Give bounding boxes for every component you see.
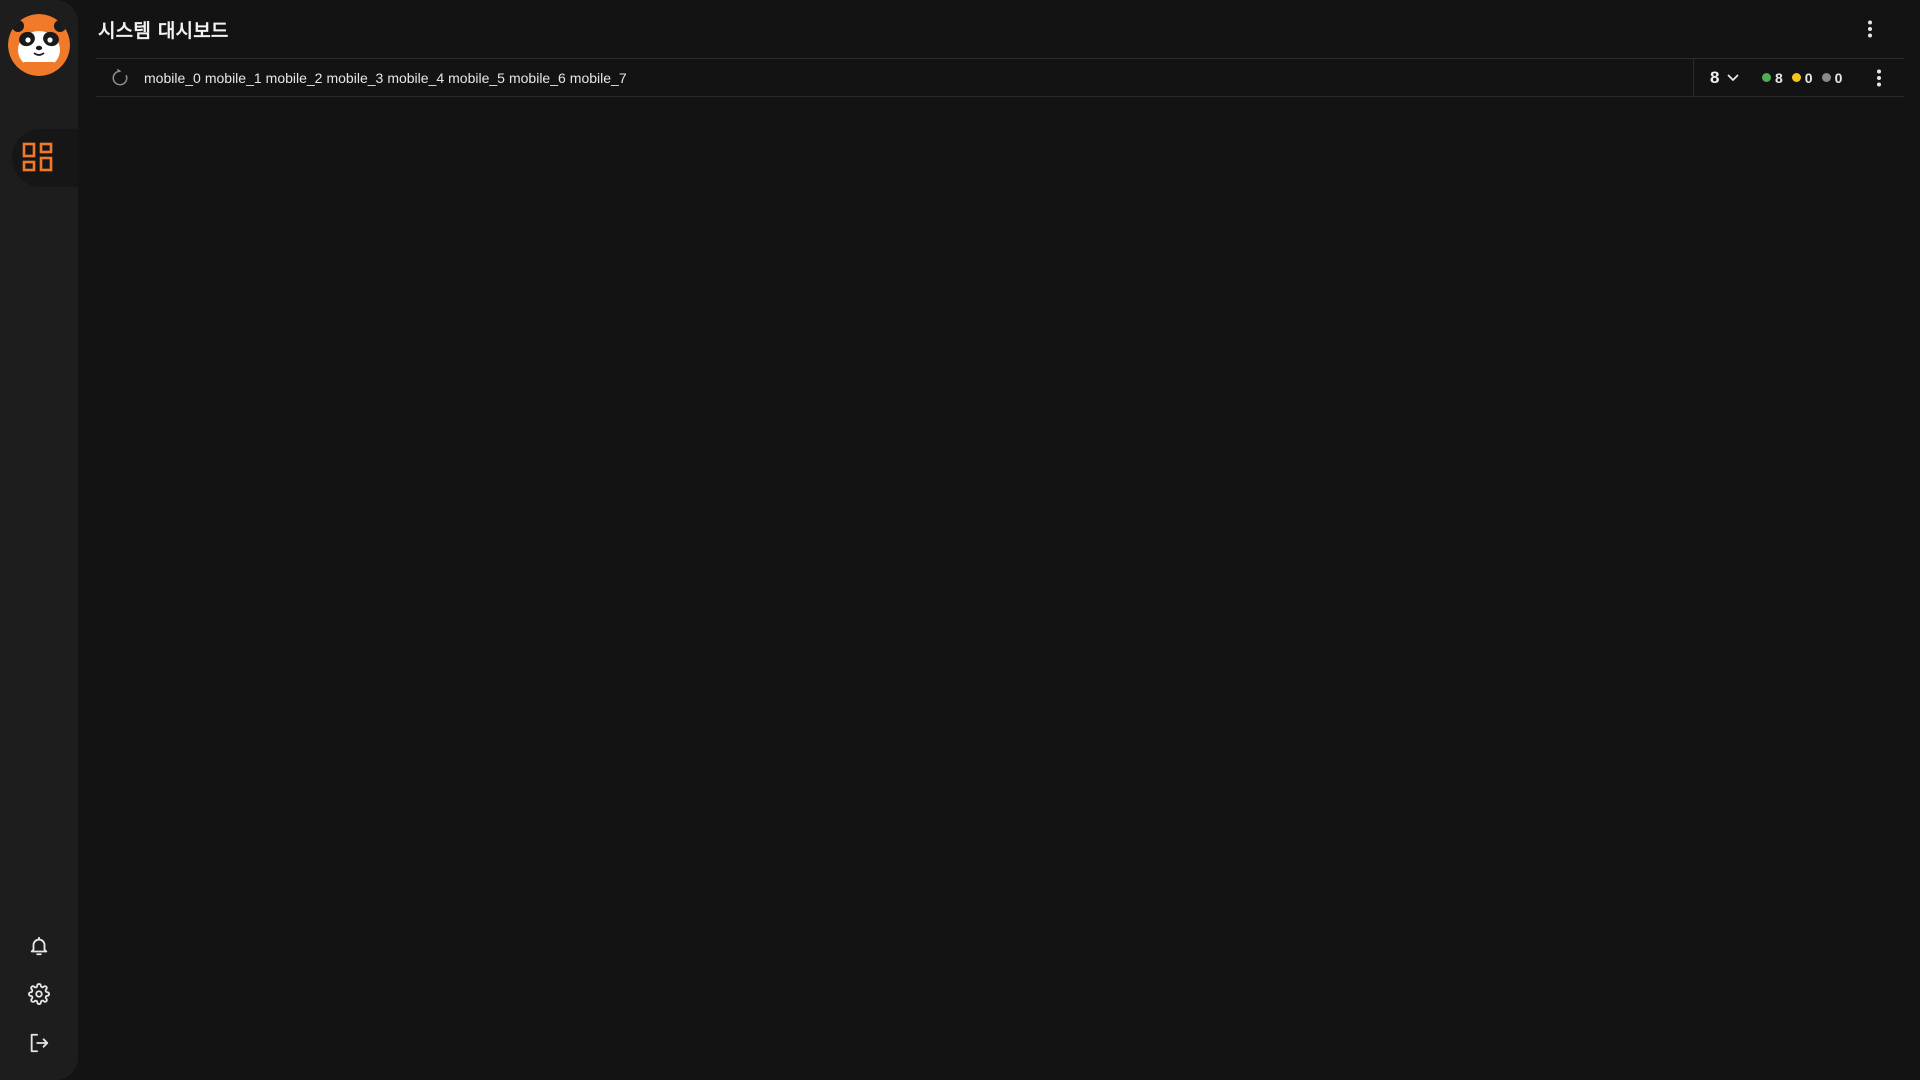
app-root: 시스템 대시보드 mobile_0 mobile_1 mobile_2 mobi… — [0, 0, 1920, 1080]
refresh-icon — [111, 69, 129, 87]
bell-icon — [28, 935, 50, 957]
header-menu-button[interactable] — [1858, 17, 1882, 41]
group-summary: 8 8 0 0 — [1693, 59, 1904, 96]
offline-count: 0 — [1834, 69, 1843, 86]
device-tag[interactable]: mobile_5 — [448, 70, 505, 86]
sidebar — [0, 0, 78, 1080]
device-tag[interactable]: mobile_6 — [509, 70, 566, 86]
notifications-button[interactable] — [20, 927, 58, 965]
logout-icon — [28, 1032, 50, 1054]
offline-dot-icon — [1821, 73, 1831, 82]
device-tag[interactable]: mobile_2 — [266, 70, 323, 86]
more-vertical-icon — [1876, 69, 1882, 87]
device-count-select[interactable]: 8 — [1710, 59, 1739, 96]
status-busy: 0 — [1791, 69, 1813, 86]
status-online: 8 — [1762, 70, 1783, 86]
refresh-button[interactable] — [109, 67, 131, 89]
device-group-row: mobile_0 mobile_1 mobile_2 mobile_3 mobi… — [96, 58, 1904, 97]
online-dot-icon — [1762, 73, 1771, 82]
device-tag[interactable]: mobile_3 — [326, 70, 383, 86]
device-tag[interactable]: mobile_4 — [387, 70, 444, 86]
status-counts: 8 0 0 — [1762, 59, 1851, 96]
chevron-down-icon — [1727, 74, 1739, 82]
sidebar-item-dashboard[interactable] — [12, 129, 78, 187]
device-count-value: 8 — [1710, 67, 1720, 87]
dashboard-grid-icon — [22, 142, 54, 174]
status-offline: 0 — [1821, 69, 1843, 86]
page-title: 시스템 대시보드 — [98, 19, 229, 42]
panda-logo[interactable] — [8, 14, 70, 76]
device-tag[interactable]: mobile_0 — [144, 70, 201, 86]
device-tag[interactable]: mobile_7 — [570, 70, 627, 86]
busy-count: 0 — [1804, 69, 1813, 86]
online-count: 8 — [1775, 69, 1783, 86]
device-tag[interactable]: mobile_1 — [205, 70, 262, 86]
gear-icon — [28, 983, 50, 1005]
more-vertical-icon — [1867, 20, 1873, 38]
busy-dot-icon — [1791, 73, 1801, 82]
group-menu-button[interactable] — [1868, 66, 1890, 90]
settings-button[interactable] — [20, 975, 58, 1013]
logout-button[interactable] — [20, 1024, 58, 1062]
page-header: 시스템 대시보드 — [96, 0, 1904, 58]
device-list: mobile_0 mobile_1 mobile_2 mobile_3 mobi… — [144, 59, 631, 96]
